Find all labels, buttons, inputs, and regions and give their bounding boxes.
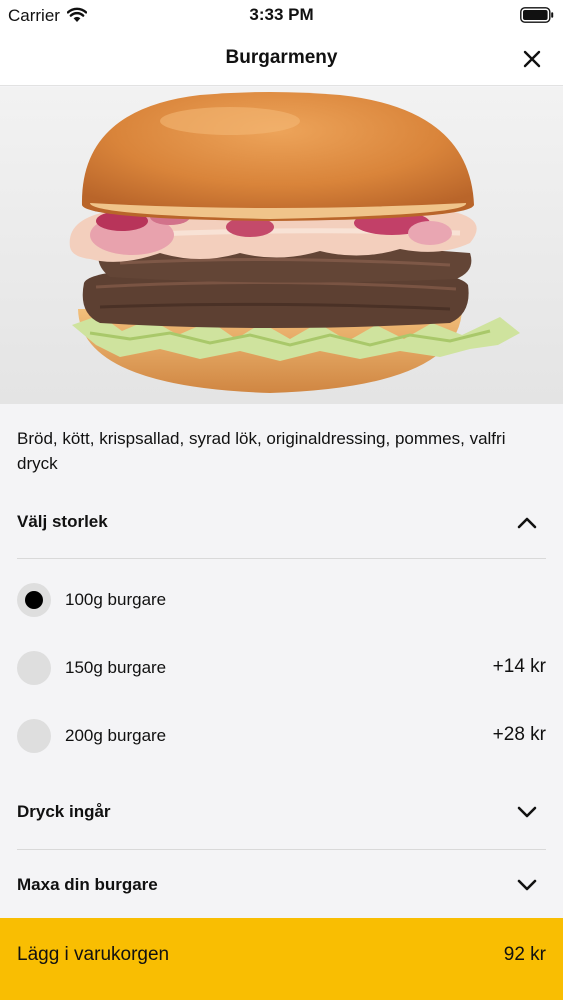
chevron-up-icon [517, 517, 537, 529]
size-option-label: 150g burgare [65, 658, 167, 677]
radio-button[interactable] [17, 651, 51, 685]
add-to-cart-button[interactable]: Lägg i varukorgen 92 kr [0, 918, 563, 1000]
chevron-down-icon [517, 879, 537, 891]
size-option-100g[interactable]: 100g burgare [17, 580, 546, 620]
size-section-header[interactable]: Välj storlek [17, 508, 546, 538]
drink-section-header[interactable]: Dryck ingår [17, 798, 546, 828]
product-options: Bröd, kött, krispsallad, syrad lök, orig… [0, 404, 563, 918]
radio-button-selected[interactable] [17, 583, 51, 617]
size-option-price: +28 kr [492, 724, 546, 745]
status-bar: Carrier 3:33 PM [0, 0, 563, 32]
maxa-section-title: Maxa din burgare [17, 875, 158, 894]
page-title: Burgarmeny [225, 47, 338, 68]
size-option-200g[interactable]: 200g burgare +28 kr [17, 716, 546, 756]
product-image [0, 87, 563, 404]
size-option-label: 100g burgare [65, 590, 167, 609]
add-to-cart-label: Lägg i varukorgen [17, 944, 170, 965]
divider [17, 849, 546, 850]
size-section-title: Välj storlek [17, 512, 108, 531]
size-option-150g[interactable]: 150g burgare +14 kr [17, 648, 546, 688]
battery-icon [520, 7, 554, 23]
cart-total-price: 92 kr [503, 944, 546, 965]
size-option-label: 200g burgare [65, 726, 167, 745]
size-option-price: +14 kr [492, 656, 546, 677]
drink-section-title: Dryck ingår [17, 802, 111, 821]
divider [17, 558, 546, 559]
product-description: Bröd, kött, krispsallad, syrad lök, orig… [17, 429, 506, 473]
close-icon[interactable] [521, 48, 543, 70]
navigation-bar: Burgarmeny [0, 32, 563, 86]
radio-button[interactable] [17, 719, 51, 753]
maxa-section-header[interactable]: Maxa din burgare [17, 871, 546, 901]
chevron-down-icon [517, 806, 537, 818]
status-time: 3:33 PM [249, 5, 314, 24]
